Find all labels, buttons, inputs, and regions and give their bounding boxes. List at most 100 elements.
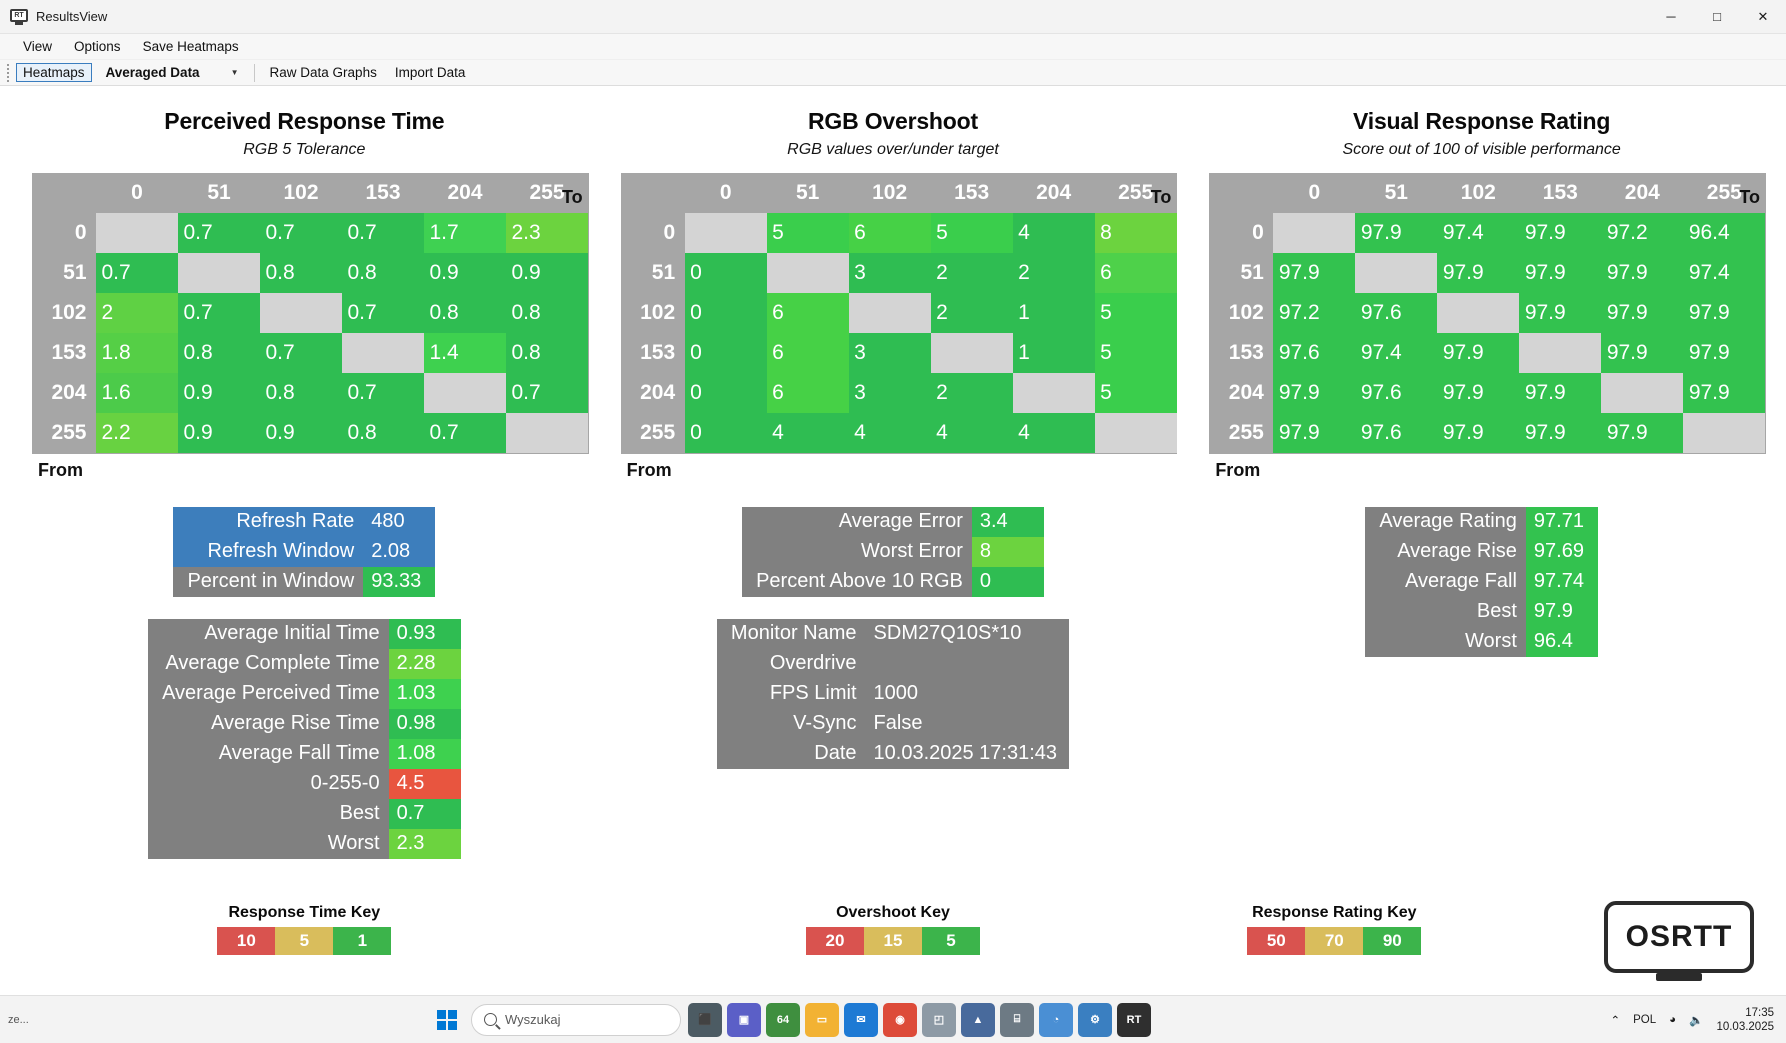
key-cell: 90 [1363,927,1422,955]
language-indicator[interactable]: POL [1633,1014,1656,1026]
start-button[interactable] [430,1003,464,1037]
panel-perceived-response-time: Perceived Response Time RGB 5 Tolerance … [10,86,599,481]
editor-icon[interactable]: ▲ [961,1002,995,1037]
heatmap-row: 51 0 3 2 2 6 [620,253,1177,293]
rating-stat-row: Average Rating 97.71 [1365,506,1598,537]
heatmap-cell: 97.2 [1601,213,1684,253]
heatmap-cell: 97.9 [1601,333,1684,373]
monitor-info-label: Date [716,738,866,769]
heatmap-row-header: 0 [620,213,685,253]
heatmap-cell: 5 [930,213,1013,253]
response-stat-value: 0.7 [388,798,461,829]
heatmap-cell: 97.9 [1601,413,1684,453]
heatmap-row-header: 102 [620,293,685,333]
monitor-info-row: Date 10.03.2025 17:31:43 [716,738,1070,769]
window-title: ResultsView [36,9,108,24]
chart-title: Visual Response Rating [1353,108,1611,134]
close-button[interactable]: ✕ [1740,0,1786,34]
heatmap-row: 51 97.9 97.9 97.9 97.9 97.4 [1209,253,1766,293]
calculator64-icon[interactable]: 64 [766,1002,800,1037]
response-stat-row: Average Fall Time 1.08 [148,738,461,769]
chrome-icon[interactable]: ◉ [883,1002,917,1037]
tab-raw-data-graphs[interactable]: Raw Data Graphs [263,63,384,82]
monitor-info-label: FPS Limit [716,678,866,709]
heatmap-cell: 1.7 [424,213,506,253]
heatmap-col-header: 204 [424,173,506,213]
osrtt-app-icon[interactable]: RT [1117,1002,1151,1037]
tab-heatmaps[interactable]: Heatmaps [16,63,92,82]
heatmap-col-header: 51 [766,173,849,213]
response-stat-value: 0.98 [388,708,461,739]
firefox-icon[interactable]: ◔ [1039,1002,1073,1037]
heatmap-cell: 6 [848,213,931,253]
heatmap-col-header: 204 [1601,173,1684,213]
key-title: Overshoot Key [836,904,950,921]
monitor-info-box: Monitor Name SDM27Q10S*10 Overdrive FPS Lim… [716,618,1070,769]
heatmap-col-header: 204 [1012,173,1095,213]
overshoot-stat-row: Average Error 3.4 [742,506,1044,537]
menu-item-save-heatmaps[interactable]: Save Heatmaps [132,36,250,57]
menu-item-view[interactable]: View [12,36,63,57]
response-stat-value: 2.28 [388,648,461,679]
heatmap-cell: 0.8 [342,413,424,453]
refresh-stat-row: Refresh Rate 480 [173,506,436,537]
tab-import-data[interactable]: Import Data [388,63,473,82]
heatmap-cell: 97.6 [1355,413,1438,453]
heatmap-cell-diagonal [766,253,849,293]
heatmap-cell: 97.9 [1519,293,1602,333]
stats-column-right: Average Rating 97.71 Average Rise 97.69 Aver… [1187,506,1776,859]
heatmap-col-header: 153 [930,173,1013,213]
response-stat-label: Average Initial Time [148,618,389,649]
heatmap-row-header: 51 [620,253,685,293]
heatmap-cell: 0.8 [178,333,260,373]
overshoot-stat-row: Worst Error 8 [742,536,1044,567]
heatmap-table: 0 51 102 153 204 255 0 0.7 0.7 0.7 1.7 2.3 51 0.7 0.8 0… [32,173,589,454]
heatmap-cell: 97.9 [1683,373,1766,413]
toolbar-grip[interactable] [4,63,12,82]
heatmap-header-row: 0 51 102 153 204 255 [620,173,1177,213]
heatmap-cell-diagonal [260,293,342,333]
photos-icon[interactable]: ◰ [922,1002,956,1037]
search-input[interactable]: Wyszukaj [471,1003,681,1036]
refresh-stats-box: Refresh Rate 480 Refresh Window 2.08 Percent… [173,506,436,597]
heatmap-corner [620,173,685,213]
heatmap-row: 102 0 6 2 1 5 [620,293,1177,333]
key-slot-response-time: Response Time Key 10 5 1 [10,904,599,955]
heatmap-cell: 5 [1094,293,1177,333]
settings-icon[interactable]: ⚙ [1078,1002,1112,1037]
chevron-up-icon[interactable]: ⌃ [1611,1013,1621,1027]
heatmap-cell-diagonal [1094,413,1177,453]
heatmap-row-header: 255 [620,413,685,453]
heatmap-row: 0 0.7 0.7 0.7 1.7 2.3 [32,213,588,253]
heatmap-cell: 0.7 [178,213,260,253]
menu-item-options[interactable]: Options [63,36,132,57]
task-view-icon[interactable]: ⬛ [688,1002,722,1037]
heatmap-cell-diagonal [1683,413,1766,453]
teams-icon[interactable]: ▣ [727,1002,761,1037]
heatmap-cell: 1 [1012,333,1095,373]
volume-icon[interactable]: 🔈 [1689,1013,1703,1027]
heatmap-row-header: 255 [32,413,96,453]
heatmap-header-row: 0 51 102 153 204 255 [1209,173,1766,213]
dataset-select[interactable]: Averaged Data ▼ [98,63,248,82]
heatmap-cell: 0.9 [506,253,588,293]
response-rating-key: Response Rating Key 50 70 90 [1247,904,1422,955]
heatmap-wrapper: 0 51 102 153 204 255 0 0.7 0.7 0.7 1.7 2.3 51 0.7 0.8 0… [10,173,599,481]
overshoot-stat-label: Percent Above 10 RGB [742,566,972,597]
windows-logo-icon [437,1009,457,1030]
chart-subtitle: RGB values over/under target [787,141,999,158]
from-label: From [1215,459,1261,480]
database-icon[interactable]: ⌸ [1000,1002,1034,1037]
monitor-info-row: FPS Limit 1000 [716,678,1070,709]
clock[interactable]: 17:35 10.03.2025 [1716,1006,1774,1034]
minimize-button[interactable]: ─ [1648,0,1694,34]
file-explorer-icon[interactable]: ▭ [805,1002,839,1037]
wifi-icon[interactable]: ◕ [1669,1014,1676,1026]
heatmap-cell: 0.9 [260,413,342,453]
maximize-button[interactable]: □ [1694,0,1740,34]
overshoot-stat-value: 8 [971,536,1044,567]
heatmap-col-header: 0 [684,173,767,213]
heatmap-cell: 0 [684,333,767,373]
mail-icon[interactable]: ✉ [844,1002,878,1037]
response-stat-value: 2.3 [388,828,461,859]
